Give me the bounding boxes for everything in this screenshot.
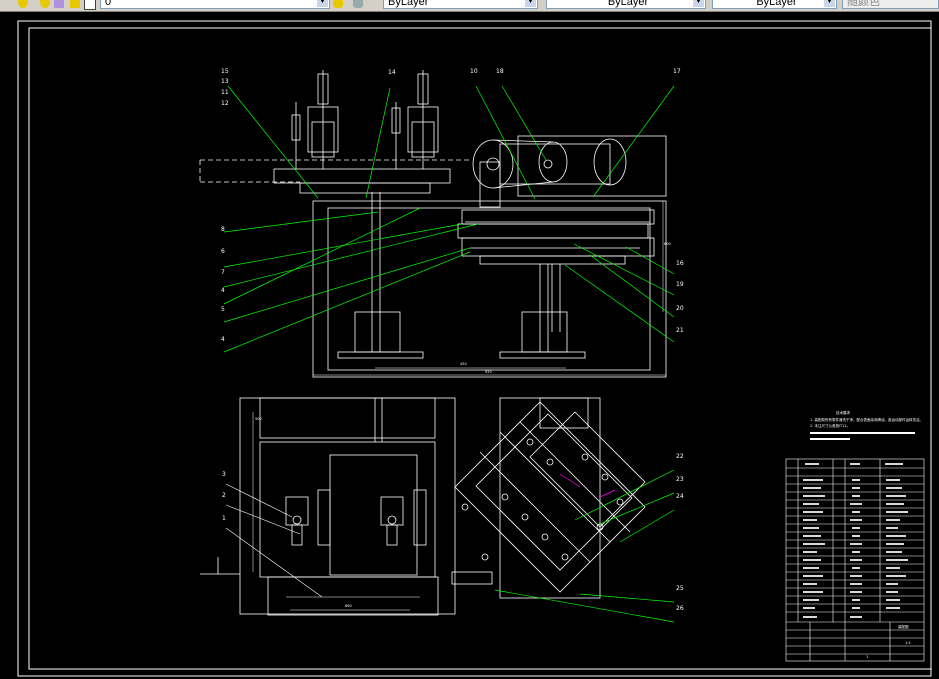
chevron-down-icon[interactable]: ▼: [525, 0, 536, 7]
chevron-down-icon[interactable]: ▼: [824, 0, 835, 7]
callout-3: 3: [222, 471, 226, 478]
color-dropdown-value: ByLayer: [388, 0, 429, 8]
dim-width: 860: [345, 604, 352, 608]
callout-14: 14: [388, 69, 396, 76]
callout-20: 20: [676, 305, 684, 312]
parts-list-fill: [803, 463, 908, 618]
callout-6: 6: [221, 248, 225, 255]
layer-dropdown[interactable]: 0 ▼: [100, 0, 330, 9]
cad-drawing: [17, 20, 932, 677]
rotated-view-accent: [559, 473, 616, 498]
callout-4a: 4: [221, 287, 225, 294]
callout-5: 5: [221, 306, 225, 313]
layer-dropdown-value: 0: [105, 0, 112, 8]
callout-25: 25: [676, 585, 684, 592]
callout-15: 15: [221, 68, 229, 75]
dim-bottom: 450: [460, 362, 467, 366]
chevron-down-icon[interactable]: ▼: [693, 0, 704, 7]
plotstyle-dropdown[interactable]: 随颜色: [842, 0, 939, 9]
lineweight-dropdown[interactable]: ByLayer ▼: [712, 0, 837, 9]
drawing-canvas[interactable]: 15 13 11 12 8 6 7 4 5 4 14 10 18 17 16 1…: [0, 12, 939, 679]
callout-24: 24: [676, 493, 684, 500]
callout-2: 2: [222, 492, 226, 499]
chevron-down-icon[interactable]: ▼: [317, 0, 328, 7]
callout-8: 8: [221, 226, 225, 233]
dim-height: 600: [664, 242, 671, 246]
color-square-icon[interactable]: [70, 0, 80, 8]
notes-title: 技术要求: [836, 411, 850, 415]
top-view: [200, 397, 456, 616]
properties-toolbar: 0 ▼ ByLayer ▼ ByLayer ▼ ByLayer ▼ 随颜色: [0, 0, 939, 12]
callout-18: 18: [496, 68, 504, 75]
callout-12: 12: [221, 100, 229, 107]
callout-4b: 4: [221, 336, 225, 343]
lock-icon[interactable]: [54, 0, 64, 8]
callout-7: 7: [221, 269, 225, 276]
callout-21: 21: [676, 327, 684, 334]
sun-icon[interactable]: [40, 0, 50, 8]
callout-13: 13: [221, 78, 229, 85]
notes-line-1: 1. 装配前所有零件清洗干净，配合表面涂润滑油，各运动部件运转灵活。: [810, 418, 923, 422]
front-view-leaders: [223, 85, 675, 353]
plotstyle-dropdown-value: 随颜色: [847, 0, 880, 8]
inner-border: [28, 27, 932, 670]
callout-1: 1: [222, 515, 226, 522]
callout-17: 17: [673, 68, 681, 75]
callout-22: 22: [676, 453, 684, 460]
dim-total: 920: [485, 370, 492, 374]
rotated-view: [451, 397, 646, 599]
callout-16: 16: [676, 260, 684, 267]
linetype-dropdown-value: ByLayer: [607, 0, 649, 8]
drawing-sheet: 1: [866, 655, 869, 659]
linetype-dropdown[interactable]: ByLayer ▼: [546, 0, 706, 9]
drawing-scale: 1:5: [905, 641, 911, 645]
outer-border: [17, 20, 932, 677]
make-current-icon[interactable]: [333, 0, 343, 8]
color-dropdown[interactable]: ByLayer ▼: [383, 0, 538, 9]
dim-side: 500: [255, 417, 262, 421]
callout-19: 19: [676, 281, 684, 288]
lineweight-dropdown-value: ByLayer: [756, 0, 797, 8]
callout-26: 26: [676, 605, 684, 612]
front-view: [199, 70, 667, 378]
callout-10: 10: [470, 68, 478, 75]
notes-line-2: 2. 未注尺寸公差按IT12。: [810, 424, 851, 428]
callout-23: 23: [676, 476, 684, 483]
drawing-title: 装配图: [898, 625, 909, 629]
layer-color-icon[interactable]: [84, 0, 96, 10]
callout-11: 11: [221, 89, 229, 96]
layer-state-icon[interactable]: [18, 0, 28, 8]
layer-previous-icon[interactable]: [353, 0, 363, 8]
notes-lines: [810, 432, 915, 440]
